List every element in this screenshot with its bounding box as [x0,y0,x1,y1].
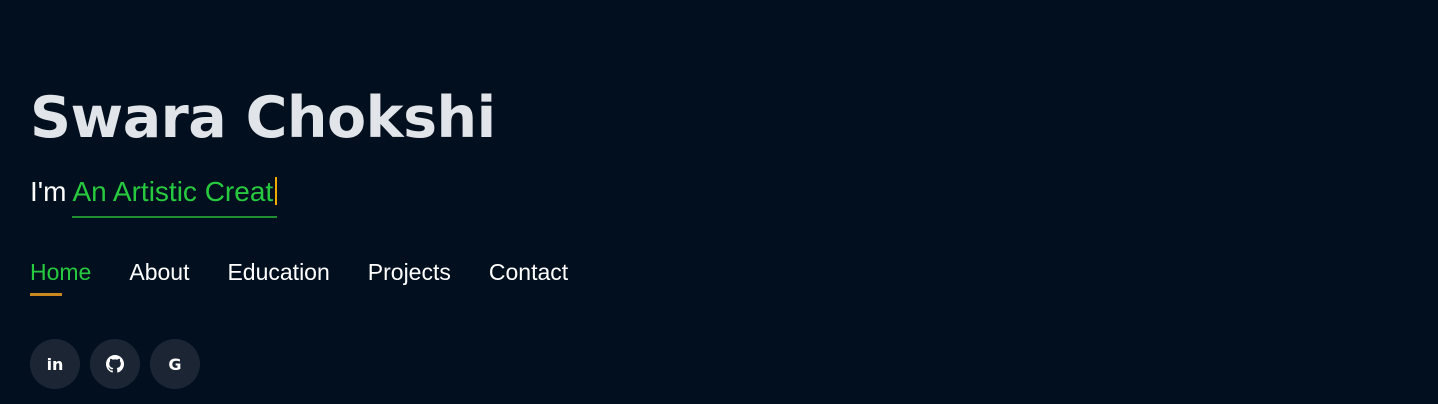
nav-item-contact[interactable]: Contact [489,256,568,294]
nav-item-education[interactable]: Education [227,256,329,294]
tagline-prefix: I'm [30,176,67,207]
google-icon: G [168,354,182,374]
linkedin-icon: in [46,354,64,374]
github-icon [106,355,124,373]
typing-caret [275,177,278,205]
main-nav: Home About Education Projects Contact [30,256,568,296]
typed-text-container: An Artistic Creat [72,172,278,218]
hero-section: Swara Chokshi I'm An Artistic Creat Home … [30,0,1410,404]
tagline: I'm An Artistic Creat [30,172,278,218]
social-links: in G [30,339,200,389]
page-title: Swara Chokshi [30,85,496,151]
nav-item-about[interactable]: About [129,256,189,294]
typed-text: An Artistic Creat [72,176,274,207]
nav-item-home[interactable]: Home [30,256,91,296]
nav-item-projects[interactable]: Projects [368,256,451,294]
google-button[interactable]: G [150,339,200,389]
github-button[interactable] [90,339,140,389]
linkedin-button[interactable]: in [30,339,80,389]
